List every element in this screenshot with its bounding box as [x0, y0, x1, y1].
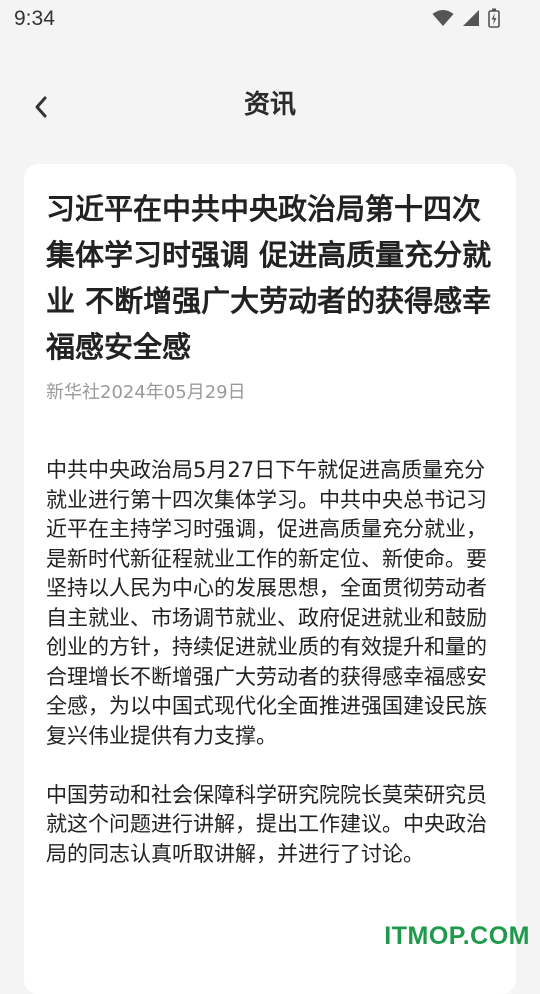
article-card: 习近平在中共中央政治局第十四次集体学习时强调 促进高质量充分就业 不断增强广大劳…: [24, 164, 516, 994]
wifi-icon: [432, 9, 454, 31]
status-time: 9:34: [14, 7, 55, 30]
nav-bar: 资讯: [0, 78, 540, 138]
battery-icon: [488, 8, 500, 32]
article-source: 新华社: [46, 382, 100, 403]
article-title: 习近平在中共中央政治局第十四次集体学习时强调 促进高质量充分就业 不断增强广大劳…: [46, 192, 492, 364]
article-date: 2024年05月29日: [100, 382, 246, 403]
watermark-logo: ITMOP.COM: [384, 922, 530, 950]
article-paragraph: 中共中央政治局5月27日下午就促进高质量充分就业进行第十四次集体学习。中共中央总…: [46, 458, 487, 748]
article-body: 中共中央政治局5月27日下午就促进高质量充分就业进行第十四次集体学习。中共中央总…: [46, 456, 498, 899]
page-title: 资讯: [243, 90, 296, 120]
status-icons: [432, 8, 500, 32]
article-meta: 新华社 2024年05月29日: [46, 378, 246, 404]
signal-icon: [462, 9, 480, 31]
status-bar: 9:34: [0, 0, 540, 38]
article-paragraph: 中国劳动和社会保障科学研究院院长莫荣研究员就这个问题进行讲解，提出工作建议。中央…: [46, 782, 487, 866]
